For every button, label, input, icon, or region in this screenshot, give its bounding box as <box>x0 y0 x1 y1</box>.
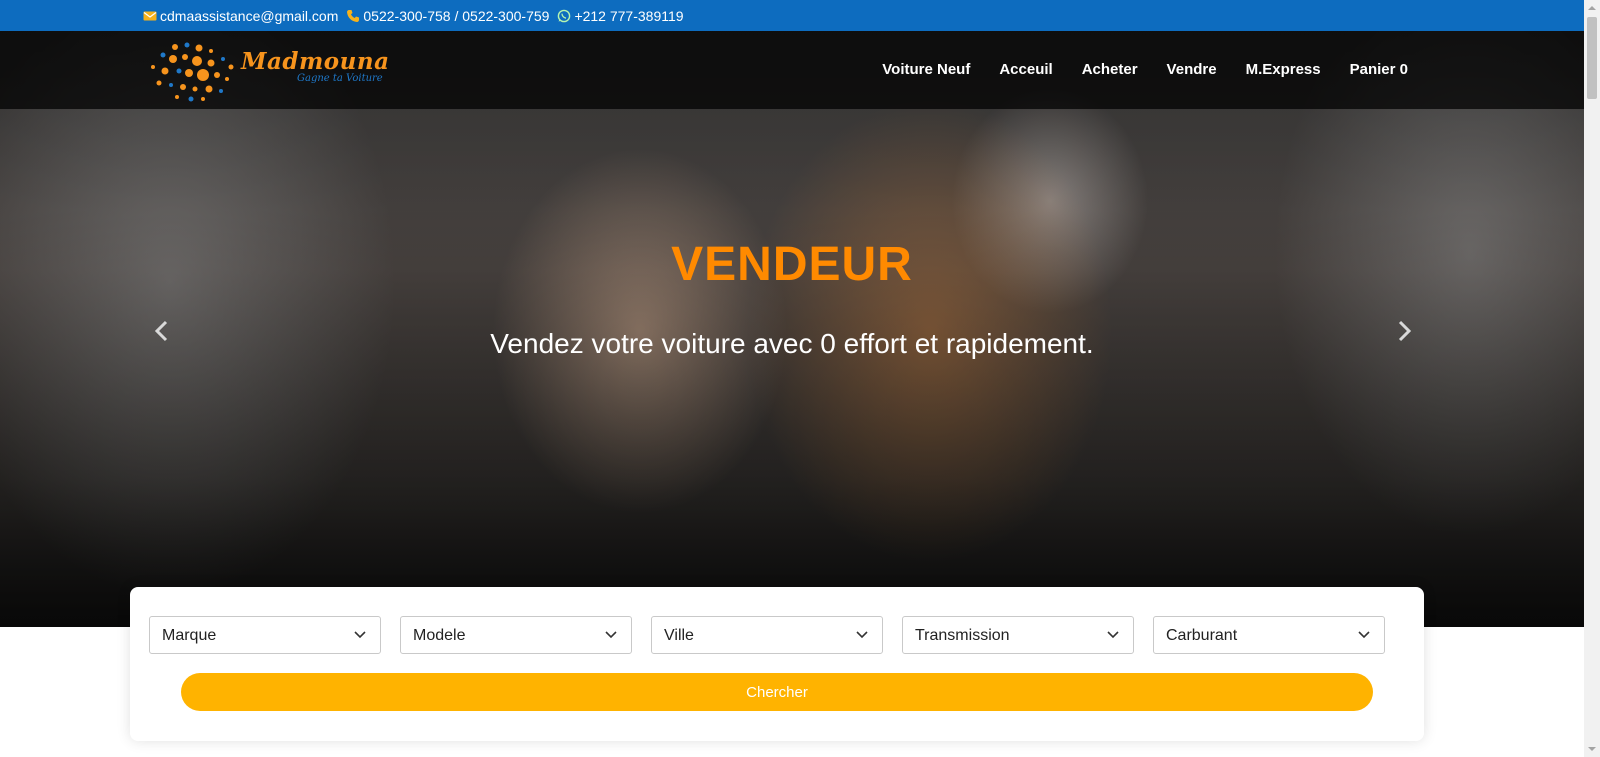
envelope-icon <box>143 11 157 20</box>
whatsapp-text: +212 777-389119 <box>574 7 684 24</box>
select-modele[interactable]: Modele <box>400 616 632 654</box>
select-carburant[interactable]: Carburant <box>1153 616 1385 654</box>
contact-whatsapp[interactable]: +212 777-389119 <box>557 7 684 24</box>
slide-subtitle: Vendez votre voiture avec 0 effort et ra… <box>490 328 1094 359</box>
logo-dots-icon <box>151 42 234 102</box>
logo-brand-name: Madmouna <box>241 48 390 75</box>
contact-email[interactable]: cdmaassistance@gmail.com <box>143 8 338 24</box>
select-ville-value: Ville <box>664 627 694 644</box>
chevron-down-icon <box>856 631 868 639</box>
chevron-down-icon <box>1107 631 1119 639</box>
page: cdmaassistance@gmail.com 0522-300-758 / … <box>0 0 1584 757</box>
chevron-left-icon[interactable] <box>150 316 174 346</box>
logo-tagline: Gagne ta Voiture <box>297 73 383 84</box>
nav-acceuil[interactable]: Acceuil <box>999 61 1052 78</box>
scrollbar-thumb[interactable] <box>1587 17 1597 99</box>
select-transmission[interactable]: Transmission <box>902 616 1134 654</box>
chevron-down-icon <box>1358 631 1370 639</box>
select-transmission-value: Transmission <box>915 627 1010 644</box>
page-scrollbar[interactable] <box>1584 0 1600 757</box>
nav-voiture-neuf[interactable]: Voiture Neuf <box>882 61 970 78</box>
nav-acheter[interactable]: Acheter <box>1082 61 1138 78</box>
search-button[interactable]: Chercher <box>181 673 1373 711</box>
chevron-right-icon[interactable] <box>1392 316 1416 346</box>
select-marque-value: Marque <box>162 627 217 644</box>
nav-vendre[interactable]: Vendre <box>1167 61 1217 78</box>
contact-phones[interactable]: 0522-300-758 / 0522-300-759 <box>346 8 549 24</box>
email-text: cdmaassistance@gmail.com <box>160 7 339 24</box>
select-carburant-value: Carburant <box>1166 627 1238 644</box>
scroll-up-icon[interactable] <box>1584 0 1600 16</box>
chevron-down-icon <box>354 631 366 639</box>
main-nav: Voiture Neuf Acceuil Acheter Vendre M.Ex… <box>853 61 1408 78</box>
search-filters: Marque Modele Ville Transmission Carbura… <box>149 616 1404 654</box>
select-marque[interactable]: Marque <box>149 616 381 654</box>
search-card: Marque Modele Ville Transmission Carbura… <box>130 587 1424 741</box>
chevron-down-icon <box>605 631 617 639</box>
contact-topbar: cdmaassistance@gmail.com 0522-300-758 / … <box>0 0 1584 31</box>
main-navbar: Madmouna Gagne ta Voiture Voiture Neuf A… <box>0 31 1584 109</box>
site-logo[interactable]: Madmouna Gagne ta Voiture <box>145 39 389 103</box>
scroll-down-icon[interactable] <box>1584 741 1600 757</box>
select-modele-value: Modele <box>413 627 466 644</box>
slide-title: VENDEUR <box>671 238 913 291</box>
phone-icon <box>347 9 360 22</box>
select-ville[interactable]: Ville <box>651 616 883 654</box>
nav-panier[interactable]: Panier 0 <box>1350 61 1408 78</box>
whatsapp-icon <box>558 9 571 22</box>
phones-text: 0522-300-758 / 0522-300-759 <box>363 7 550 24</box>
hero-carousel: Madmouna Gagne ta Voiture Voiture Neuf A… <box>0 31 1584 627</box>
nav-m-express[interactable]: M.Express <box>1246 61 1321 78</box>
